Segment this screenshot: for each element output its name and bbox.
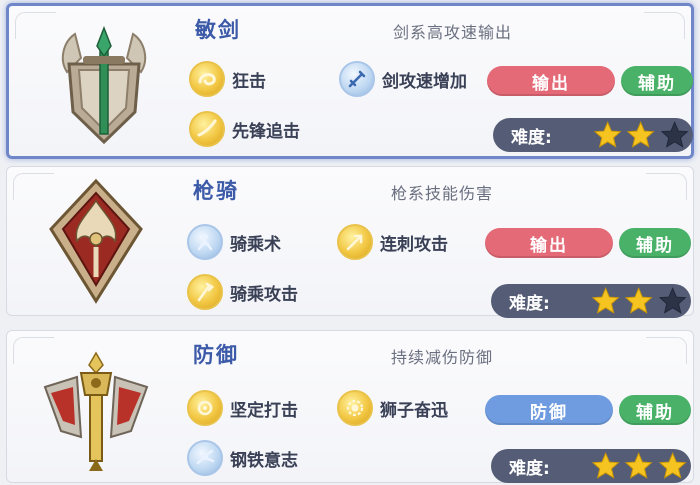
difficulty-bar: 难度: xyxy=(493,118,693,152)
class-description: 剑系高攻速输出 xyxy=(393,23,513,42)
role-button-support[interactable]: 辅助 xyxy=(619,228,691,258)
class-card-0[interactable]: 敏剑 剑系高攻速输出 狂击 剑攻速增加 先锋追击 输出 辅助 难度: xyxy=(6,3,694,159)
star-filled-icon xyxy=(593,121,622,148)
class-name: 枪骑 xyxy=(193,179,239,203)
role-button-support[interactable]: 辅助 xyxy=(621,66,693,96)
spear-thrust-gold-icon xyxy=(337,224,373,260)
skill-label: 骑乘术 xyxy=(230,234,281,255)
skill-slot[interactable]: 坚定打击 xyxy=(187,389,298,427)
frame-ornament xyxy=(646,337,687,364)
star-filled-icon xyxy=(591,287,620,314)
skill-label: 狂击 xyxy=(232,71,266,92)
skill-slot[interactable]: 骑乘攻击 xyxy=(187,273,298,311)
role-button-defense[interactable]: 防御 xyxy=(485,395,613,425)
fist-gold-icon xyxy=(187,390,223,426)
skill-label: 先锋追击 xyxy=(232,121,300,142)
skill-slot[interactable]: 钢铁意志 xyxy=(187,439,298,477)
lion-gold-icon xyxy=(337,390,373,426)
star-filled-icon xyxy=(625,287,653,314)
skill-slot[interactable]: 骑乘术 xyxy=(187,223,281,261)
skill-label: 坚定打击 xyxy=(230,400,298,421)
skill-label: 狮子奋迅 xyxy=(380,400,448,421)
star-filled-icon xyxy=(627,121,655,148)
skill-label: 骑乘攻击 xyxy=(230,284,298,305)
class-description: 持续减伤防御 xyxy=(391,348,494,367)
sword-shield-emblem-icon xyxy=(61,25,147,145)
skill-slot[interactable]: 狂击 xyxy=(189,60,266,98)
skill-slot[interactable]: 连刺攻击 xyxy=(337,223,448,261)
slash-gold-icon xyxy=(189,111,225,147)
class-description: 枪系技能伤害 xyxy=(391,184,494,203)
class-name: 敏剑 xyxy=(195,18,241,42)
spear-red-emblem-icon xyxy=(49,178,143,304)
skill-label: 钢铁意志 xyxy=(230,450,298,471)
class-card-2[interactable]: 防御 持续减伤防御 坚定打击 狮子奋迅 钢铁意志 防御 辅助 难度: xyxy=(6,330,694,483)
lance-gold-icon xyxy=(187,274,223,310)
skill-slot[interactable]: 剑攻速增加 xyxy=(339,60,467,98)
skill-label: 剑攻速增加 xyxy=(382,71,467,92)
swirl-gold-icon xyxy=(189,61,225,97)
mounted-rider-icon xyxy=(187,224,223,260)
role-button-support[interactable]: 辅助 xyxy=(619,395,691,425)
frame-ornament xyxy=(646,173,687,200)
role-button-output[interactable]: 输出 xyxy=(487,66,615,96)
steel-will-blue-icon xyxy=(187,440,223,476)
difficulty-label: 难度: xyxy=(511,127,552,148)
skill-slot[interactable]: 狮子奋迅 xyxy=(337,389,448,427)
role-button-output[interactable]: 输出 xyxy=(485,228,613,258)
blue-sword-buff-icon xyxy=(339,61,375,97)
skill-label: 连刺攻击 xyxy=(380,234,448,255)
star-filled-icon xyxy=(625,452,653,479)
class-card-1[interactable]: 枪骑 枪系技能伤害 骑乘术 连刺攻击 骑乘攻击 输出 辅助 难度: xyxy=(6,166,694,318)
difficulty-label: 难度: xyxy=(509,293,550,314)
difficulty-bar: 难度: xyxy=(491,284,691,318)
class-name: 防御 xyxy=(193,343,239,367)
star-filled-icon xyxy=(658,452,687,479)
mace-shield-emblem-icon xyxy=(43,351,149,471)
star-empty-icon xyxy=(660,121,689,148)
skill-slot[interactable]: 先锋追击 xyxy=(189,110,300,148)
difficulty-label: 难度: xyxy=(509,458,550,479)
star-filled-icon xyxy=(591,452,620,479)
frame-ornament xyxy=(644,12,685,39)
difficulty-bar: 难度: xyxy=(491,449,691,483)
star-empty-icon xyxy=(658,287,687,314)
